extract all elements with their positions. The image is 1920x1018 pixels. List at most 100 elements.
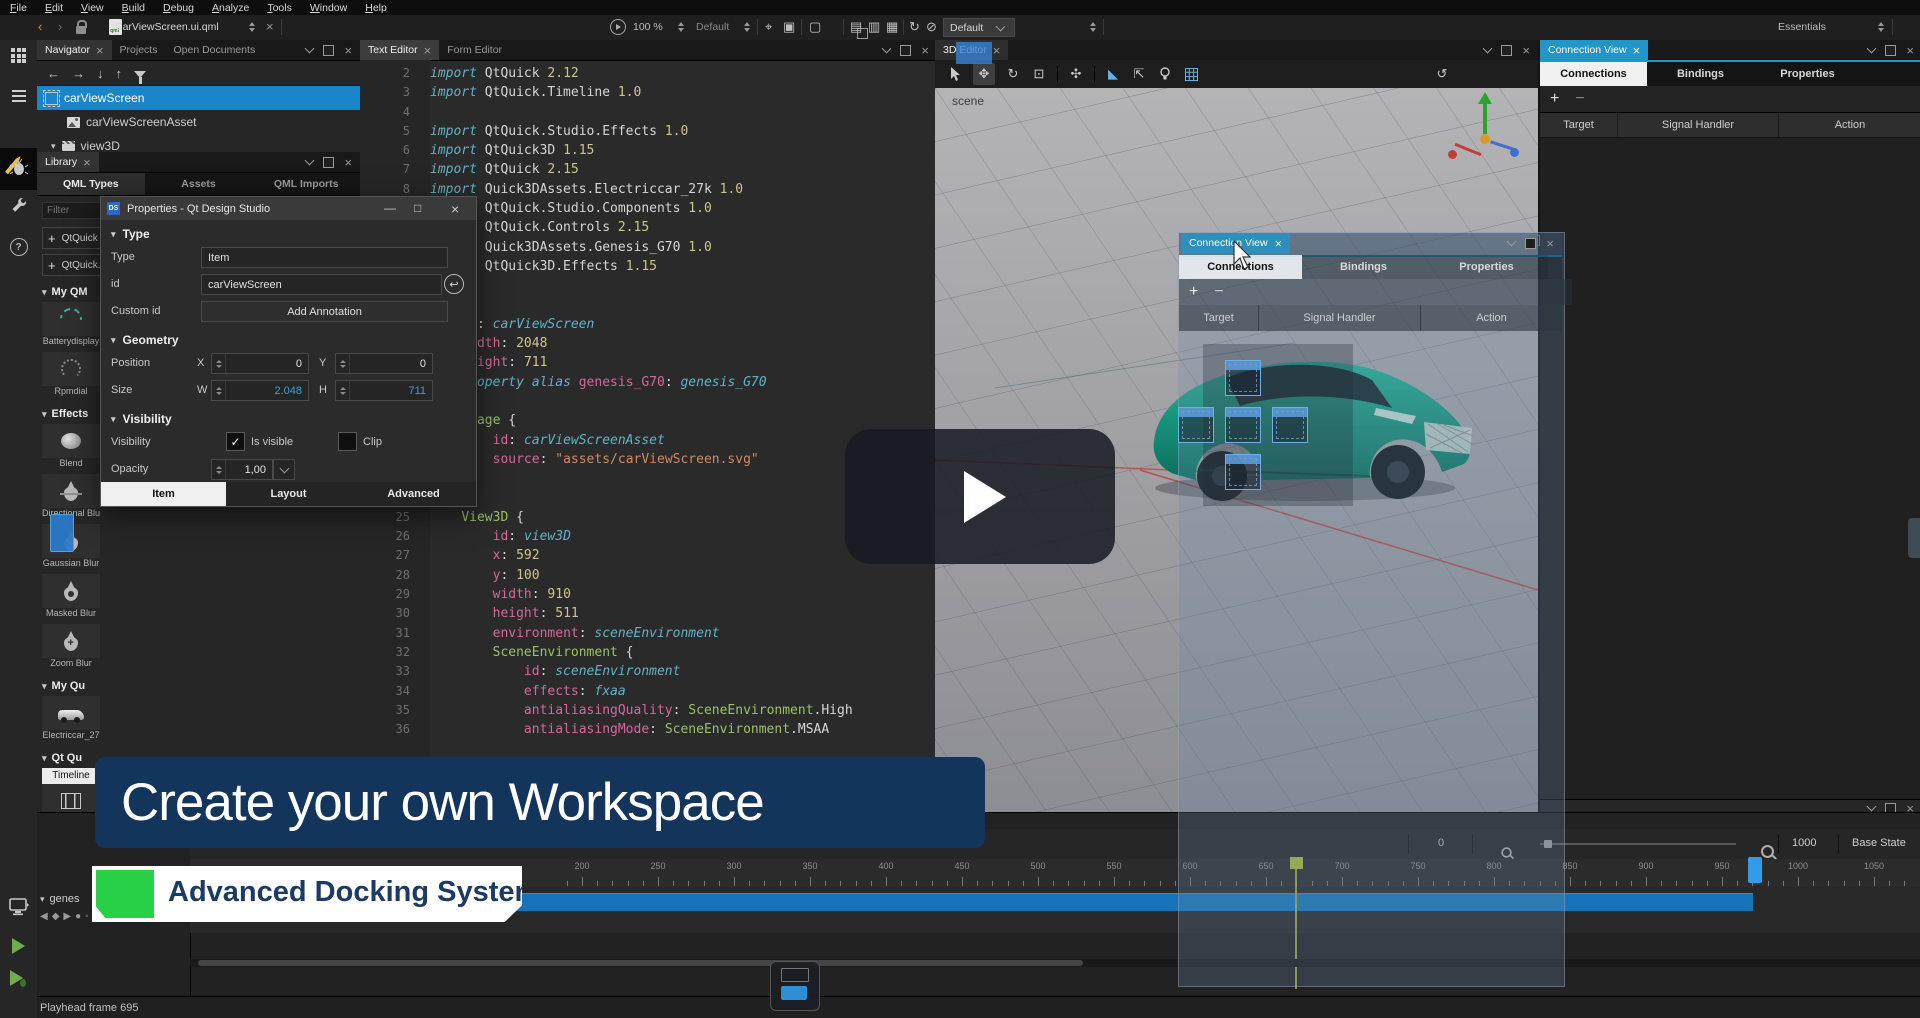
tab-connection-view[interactable]: Connection View× [1540, 40, 1648, 60]
camera-icon[interactable]: ◣ [1105, 66, 1121, 82]
chevron-down-icon[interactable] [1483, 44, 1493, 54]
id-field[interactable]: carViewScreen [201, 274, 442, 295]
record-icon[interactable]: ● [75, 911, 81, 922]
nav-forward-icon[interactable]: › [58, 20, 62, 33]
tab-qml-imports[interactable]: QML Imports [252, 173, 360, 195]
chevron-down-icon[interactable] [882, 44, 892, 54]
menu-item-build[interactable]: Build [122, 2, 145, 14]
code-line[interactable]: 5import QtQuick.Studio.Effects 1.0 [360, 122, 930, 141]
debug-mode-button[interactable] [0, 158, 37, 176]
column-action[interactable]: Action [1779, 113, 1920, 137]
position-x-spinbox[interactable]: 0 [211, 353, 309, 374]
code-line[interactable]: 6import QtQuick3D 1.15 [360, 141, 930, 160]
form-factor-stepper-icon[interactable] [744, 22, 750, 32]
maximize-icon[interactable]: □ [414, 201, 421, 215]
column-action[interactable]: Action [1421, 305, 1562, 331]
tools-button[interactable] [0, 196, 37, 214]
code-line[interactable]: 28 y: 100 [360, 566, 930, 585]
code-line[interactable]: 33 id: sceneEnvironment [360, 662, 930, 681]
tab-layout[interactable]: Layout [226, 482, 351, 506]
code-line[interactable]: 32 SceneEnvironment { [360, 643, 930, 662]
layout-row-icon[interactable]: ▤ [850, 20, 862, 33]
code-line[interactable]: 36 antialiasingMode: SceneEnvironment.MS… [360, 720, 930, 739]
file-stepper-icon[interactable] [249, 22, 255, 32]
menu-item-window[interactable]: Window [310, 2, 347, 14]
tab-navigator[interactable]: Navigator× [37, 40, 112, 60]
selection-tool-icon[interactable]: ▣ [783, 20, 795, 33]
dock-zone-right[interactable] [1272, 407, 1308, 443]
layout-grid-icon[interactable]: ▦ [886, 20, 898, 33]
prev-keyframe-icon[interactable]: ◀ [40, 911, 48, 922]
minimize-icon[interactable]: — [384, 201, 396, 215]
menu-item-file[interactable]: File [10, 2, 27, 14]
frame-icon[interactable]: ▢ [809, 20, 821, 33]
column-signal-handler[interactable]: Signal Handler [1259, 305, 1421, 331]
scrollbar-handle[interactable] [198, 960, 1083, 966]
column-signal-handler[interactable]: Signal Handler [1618, 113, 1779, 137]
code-line[interactable]: 3import QtQuick.Timeline 1.0 [360, 83, 930, 102]
menu-item-debug[interactable]: Debug [163, 2, 194, 14]
rotate-icon[interactable]: ↻ [909, 20, 920, 33]
select-tool-icon[interactable] [947, 66, 963, 82]
close-icon[interactable]: × [451, 201, 459, 217]
clip-checkbox[interactable] [338, 432, 357, 451]
library-item[interactable]: Electriccar_27 [42, 696, 102, 742]
size-w-spinbox[interactable]: 2.048 [211, 380, 309, 401]
code-line[interactable]: 7import QtQuick 2.15 [360, 160, 930, 179]
column-target[interactable]: Target [1179, 305, 1259, 331]
tab-connections[interactable]: Connections [1540, 62, 1647, 86]
column-target[interactable]: Target [1540, 113, 1618, 137]
library-section-header[interactable]: ▾My Qu [42, 680, 360, 692]
dialog-titlebar[interactable]: DS Properties - Qt Design Studio — □ × [101, 197, 476, 220]
close-icon[interactable]: × [424, 44, 432, 57]
float-panel-icon[interactable] [323, 45, 334, 56]
panel-edge-handle[interactable] [1908, 518, 1920, 558]
chevron-down-icon[interactable] [1867, 802, 1877, 812]
float-panel-icon[interactable] [1525, 238, 1536, 249]
menu-item-analyze[interactable]: Analyze [212, 2, 249, 14]
position-y-spinbox[interactable]: 0 [335, 353, 433, 374]
kit-select[interactable]: Essentials [1778, 21, 1826, 33]
is-visible-checkbox[interactable]: ✓ [226, 432, 245, 451]
kit-selector-button[interactable] [0, 898, 37, 916]
move-tool-icon[interactable]: ✥ [973, 63, 995, 85]
rotate-tool-icon[interactable]: ↻ [1005, 66, 1021, 82]
end-frame-value[interactable]: 1000 [1792, 837, 1816, 849]
timeline-scrollbar[interactable] [190, 959, 1920, 967]
view-gizmo[interactable] [1450, 92, 1522, 176]
dock-zone-left[interactable] [1178, 407, 1214, 443]
code-line[interactable]: 27 x: 592 [360, 546, 930, 565]
welcome-mode-button[interactable] [0, 48, 37, 63]
edit-mode-button[interactable] [0, 88, 37, 92]
tab-library[interactable]: Library× [37, 152, 99, 172]
tab-open-documents[interactable]: Open Documents [165, 40, 263, 60]
move-down-icon[interactable]: ↓ [97, 66, 104, 81]
tab-advanced[interactable]: Advanced [351, 482, 476, 506]
style-stepper-icon[interactable] [1090, 22, 1096, 32]
zoom-stepper-icon[interactable] [678, 22, 684, 32]
section-visibility[interactable]: ▾Visibility [101, 405, 476, 430]
nav-back-icon[interactable]: ‹ [38, 20, 42, 33]
chevron-down-icon[interactable] [305, 156, 315, 166]
add-connection-icon[interactable]: + [1550, 90, 1559, 108]
menu-item-view[interactable]: View [81, 2, 104, 14]
chevron-down-icon[interactable] [305, 44, 315, 54]
reset-icon[interactable]: ↩ [444, 274, 464, 294]
scale-tool-icon[interactable]: ⊡ [1031, 66, 1047, 82]
tab-bindings[interactable]: Bindings [1302, 255, 1425, 279]
tab-properties[interactable]: Properties [1754, 62, 1861, 86]
chevron-down-icon[interactable] [1507, 237, 1517, 247]
zoom-in-icon[interactable] [1761, 845, 1774, 858]
dock-zone-center[interactable] [1225, 407, 1261, 443]
timeline-section-row[interactable]: ▾ genes [40, 893, 80, 905]
tab-form-editor[interactable]: Form Editor [439, 40, 510, 60]
library-item[interactable]: Batterydisplay [42, 302, 102, 348]
grid-toggle-icon[interactable] [1183, 66, 1199, 82]
section-type[interactable]: ▾Type [101, 220, 476, 245]
open-file-name[interactable]: CarViewScreen.ui.qml [115, 21, 219, 33]
layout-column-icon[interactable]: ▥ [868, 20, 880, 33]
size-h-spinbox[interactable]: 711 [335, 380, 433, 401]
code-line[interactable]: 29 width: 910 [360, 585, 930, 604]
tab-properties[interactable]: Properties [1425, 255, 1548, 279]
tab-bindings[interactable]: Bindings [1647, 62, 1754, 86]
